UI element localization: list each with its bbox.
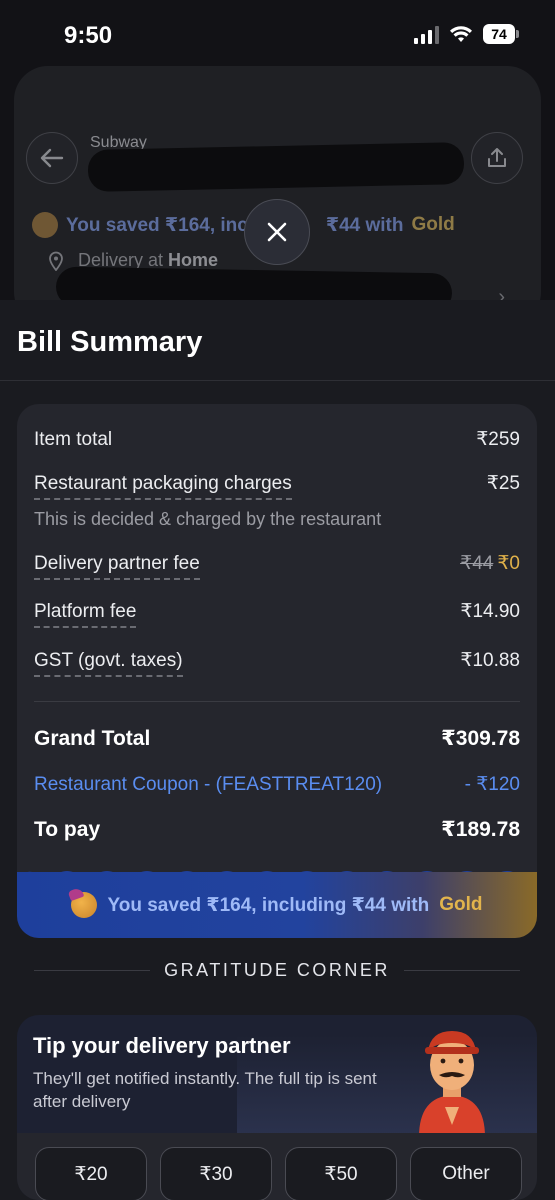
- back-arrow-icon: [40, 148, 64, 168]
- tip-options: ₹20 ₹30 ₹50 Other: [35, 1147, 522, 1200]
- tip-option-20[interactable]: ₹20: [35, 1147, 147, 1200]
- delivery-partner-illustration: [419, 1031, 485, 1137]
- to-pay-value: ₹189.78: [441, 818, 520, 841]
- gst-label[interactable]: GST (govt. taxes): [34, 650, 183, 677]
- bill-card: Item total ₹259 Restaurant packaging cha…: [17, 404, 537, 938]
- packaging-row: Restaurant packaging charges ₹25: [34, 472, 520, 500]
- coupon-row: Restaurant Coupon - (FEASTTREAT120) - ₹1…: [34, 773, 520, 796]
- celebration-emoji-icon: [71, 892, 98, 918]
- item-total-row: Item total ₹259: [34, 428, 520, 451]
- close-icon: [267, 222, 287, 242]
- header-savings-gold: Gold: [411, 214, 455, 235]
- battery-icon: 74: [483, 24, 519, 44]
- delivery-place: Home: [168, 250, 219, 270]
- coupon-label[interactable]: Restaurant Coupon - (FEASTTREAT120): [34, 774, 382, 796]
- delivery-fee-value: ₹0: [497, 553, 520, 574]
- item-total-value: ₹259: [476, 429, 520, 450]
- divider: [0, 380, 555, 381]
- wifi-icon: [450, 26, 472, 42]
- redaction-scribble: [87, 142, 465, 192]
- gst-value: ₹10.88: [460, 650, 520, 671]
- delivery-fee-old: ₹44: [460, 553, 494, 574]
- sheet-title: Bill Summary: [17, 326, 203, 358]
- status-time: 9:50: [64, 22, 113, 49]
- packaging-value: ₹25: [486, 473, 520, 494]
- status-indicators: 74: [414, 24, 519, 44]
- divider: [34, 701, 520, 702]
- tip-option-other[interactable]: Other: [410, 1147, 522, 1200]
- grand-total-label: Grand Total: [34, 727, 151, 750]
- savings-text: You saved ₹164, including ₹44 with: [107, 894, 430, 916]
- header-savings-prefix: You saved ₹164, inc: [66, 214, 248, 236]
- platform-fee-value: ₹14.90: [460, 601, 520, 622]
- tip-option-30[interactable]: ₹30: [160, 1147, 272, 1200]
- grand-total-value: ₹309.78: [441, 727, 520, 750]
- item-total-label: Item total: [34, 429, 113, 450]
- share-button[interactable]: [471, 132, 523, 184]
- tip-option-50[interactable]: ₹50: [285, 1147, 397, 1200]
- delivery-fee-values: ₹44 ₹0: [460, 552, 520, 575]
- coupon-value: - ₹120: [464, 774, 520, 795]
- location-pin-icon: [49, 251, 63, 271]
- to-pay-label: To pay: [34, 818, 101, 841]
- bill-summary-sheet: Bill Summary Item total ₹259 Restaurant …: [0, 300, 555, 1200]
- back-button[interactable]: [26, 132, 78, 184]
- header-savings-suffix: ₹44 with: [325, 214, 404, 236]
- status-bar: 9:50 74: [0, 0, 555, 66]
- tip-title: Tip your delivery partner: [33, 1033, 291, 1058]
- packaging-label[interactable]: Restaurant packaging charges: [34, 473, 292, 500]
- celebration-emoji-icon: [32, 212, 58, 238]
- savings-gold: Gold: [439, 894, 483, 915]
- tip-card: Tip your delivery partner They'll get no…: [17, 1015, 537, 1200]
- savings-banner: You saved ₹164, including ₹44 with Gold: [17, 872, 537, 938]
- grand-total-row: Grand Total ₹309.78: [34, 726, 520, 751]
- gratitude-heading: GRATITUDE CORNER: [34, 960, 521, 981]
- divider: [34, 970, 151, 971]
- battery-level: 74: [483, 24, 515, 44]
- platform-fee-row: Platform fee ₹14.90: [34, 600, 520, 628]
- packaging-note: This is decided & charged by the restaur…: [34, 509, 382, 529]
- to-pay-row: To pay ₹189.78: [34, 817, 520, 842]
- share-icon: [488, 148, 506, 167]
- close-button[interactable]: [244, 199, 310, 265]
- cellular-signal-icon: [414, 24, 439, 44]
- delivery-fee-label[interactable]: Delivery partner fee: [34, 553, 200, 580]
- divider: [403, 970, 521, 971]
- gratitude-heading-text: GRATITUDE CORNER: [164, 960, 390, 980]
- delivery-fee-row: Delivery partner fee ₹44 ₹0: [34, 552, 520, 580]
- tip-subtitle: They'll get notified instantly. The full…: [33, 1069, 377, 1111]
- gst-row: GST (govt. taxes) ₹10.88: [34, 649, 520, 677]
- platform-fee-label[interactable]: Platform fee: [34, 601, 137, 628]
